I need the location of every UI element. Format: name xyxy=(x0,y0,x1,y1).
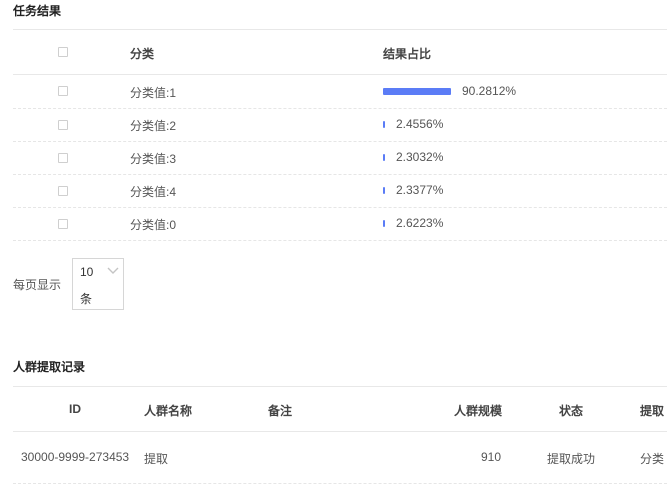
column-header-size: 人群规模 xyxy=(454,404,503,418)
extraction-records-title: 人群提取记录 xyxy=(13,360,86,374)
row-divider xyxy=(13,483,667,484)
ratio-percent: 2.4556% xyxy=(396,117,444,131)
column-header-extract: 提取 xyxy=(640,404,665,418)
column-header-note: 备注 xyxy=(268,404,293,418)
row-checkbox[interactable] xyxy=(58,219,68,229)
ratio-percent: 2.3377% xyxy=(396,183,444,197)
extract-cell: 分类 xyxy=(640,452,665,466)
category-cell: 分类值:4 xyxy=(130,185,177,199)
row-divider xyxy=(13,108,667,109)
divider xyxy=(13,29,667,30)
ratio-bar xyxy=(383,154,385,161)
row-checkbox[interactable] xyxy=(58,186,68,196)
category-cell: 分类值:2 xyxy=(130,119,177,133)
name-cell: 提取 xyxy=(144,452,169,466)
row-divider xyxy=(13,141,667,142)
divider xyxy=(13,431,667,432)
category-cell: 分类值:1 xyxy=(130,86,177,100)
row-checkbox[interactable] xyxy=(58,153,68,163)
row-divider xyxy=(13,174,667,175)
ratio-bar xyxy=(383,121,385,128)
page-size-unit: 条 xyxy=(80,292,93,306)
column-header-ratio: 结果占比 xyxy=(383,47,432,61)
ratio-bar xyxy=(383,220,385,227)
status-cell: 提取成功 xyxy=(547,452,596,466)
page-size-label: 每页显示 xyxy=(13,278,62,292)
size-cell: 910 xyxy=(481,450,502,464)
ratio-percent: 2.6223% xyxy=(396,216,444,230)
divider xyxy=(13,386,667,387)
ratio-bar xyxy=(383,187,385,194)
column-header-id: ID xyxy=(69,402,81,416)
ratio-bar xyxy=(383,88,451,95)
select-all-checkbox[interactable] xyxy=(58,47,68,57)
ratio-percent: 90.2812% xyxy=(462,84,517,98)
row-checkbox[interactable] xyxy=(58,120,68,130)
column-header-name: 人群名称 xyxy=(144,404,193,418)
column-header-category: 分类 xyxy=(130,47,155,61)
page-size-select[interactable]: 10 条 xyxy=(72,258,124,310)
id-cell: 30000-9999-273453 xyxy=(21,450,130,464)
column-header-status: 状态 xyxy=(559,404,584,418)
row-divider xyxy=(13,207,667,208)
category-cell: 分类值:3 xyxy=(130,152,177,166)
ratio-percent: 2.3032% xyxy=(396,150,444,164)
divider xyxy=(13,74,667,75)
category-cell: 分类值:0 xyxy=(130,218,177,232)
row-checkbox[interactable] xyxy=(58,86,68,96)
chevron-down-icon xyxy=(107,267,119,274)
page-size-value: 10 xyxy=(80,265,94,279)
row-divider xyxy=(13,240,667,241)
task-result-title: 任务结果 xyxy=(13,4,62,18)
